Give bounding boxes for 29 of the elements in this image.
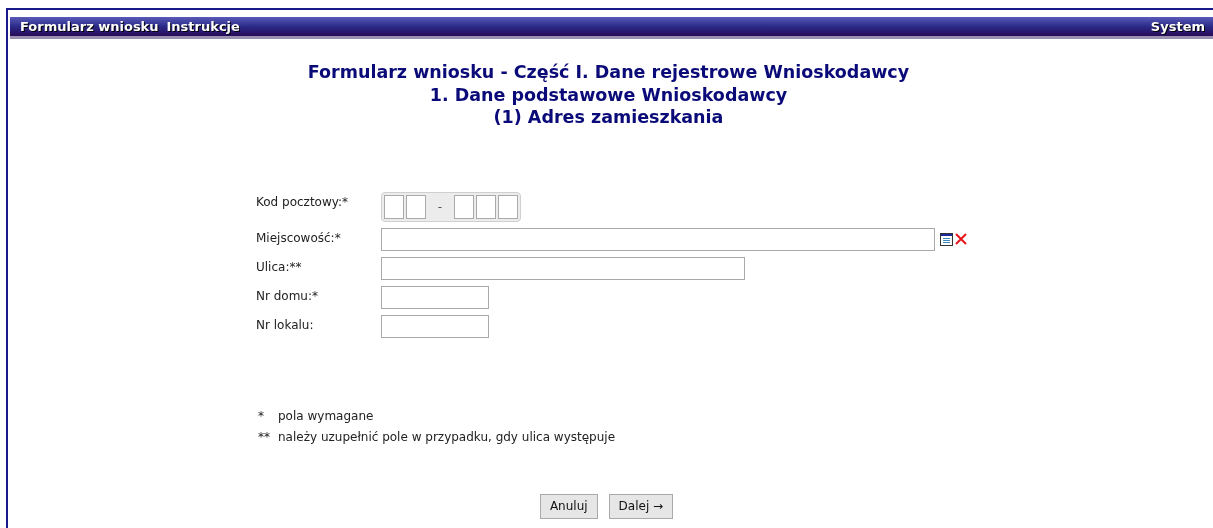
digit-field[interactable] [384, 194, 404, 219]
field-label: Ulica:** [256, 258, 303, 274]
asterisk-mark: * [258, 407, 265, 425]
input-field[interactable] [381, 256, 745, 280]
note-text: należy uzupełnić pole w przypadku, gdy ulica występuje [278, 428, 616, 446]
asterisk-mark: ** [258, 428, 271, 446]
close-icon[interactable] [955, 233, 967, 245]
digit-field[interactable] [498, 194, 518, 219]
next-button[interactable]: Dalej → [608, 493, 674, 519]
input-field[interactable] [381, 314, 489, 338]
page-heading: 1. Dane podstawowe Wnioskodawcy [429, 83, 788, 106]
digit-field[interactable] [454, 194, 474, 219]
cancel-button[interactable]: Anuluj [539, 493, 598, 519]
digit-field[interactable] [476, 194, 496, 219]
input-field[interactable] [381, 227, 935, 251]
page-heading: Formularz wniosku - Część I. Dane rejestrowe Wnioskodawcy [307, 61, 910, 84]
input-field[interactable] [381, 285, 489, 309]
list-icon[interactable] [940, 232, 953, 246]
field-label: Miejscowość:* [256, 229, 342, 245]
menu-item[interactable]: Formularz wniosku [20, 19, 159, 34]
digit-field[interactable] [406, 194, 426, 219]
menu-item[interactable]: Instrukcje [166, 19, 240, 34]
field-label: Kod pocztowy:* [256, 193, 350, 209]
page-heading: (1) Adres zamieszkania [493, 106, 724, 129]
field-label: Nr lokalu: [256, 316, 315, 332]
note-text: pola wymagane [278, 407, 374, 425]
field-label: Nr domu:* [256, 287, 320, 303]
separator-text: - [436, 199, 444, 214]
menu-item[interactable]: System [1150, 19, 1205, 34]
